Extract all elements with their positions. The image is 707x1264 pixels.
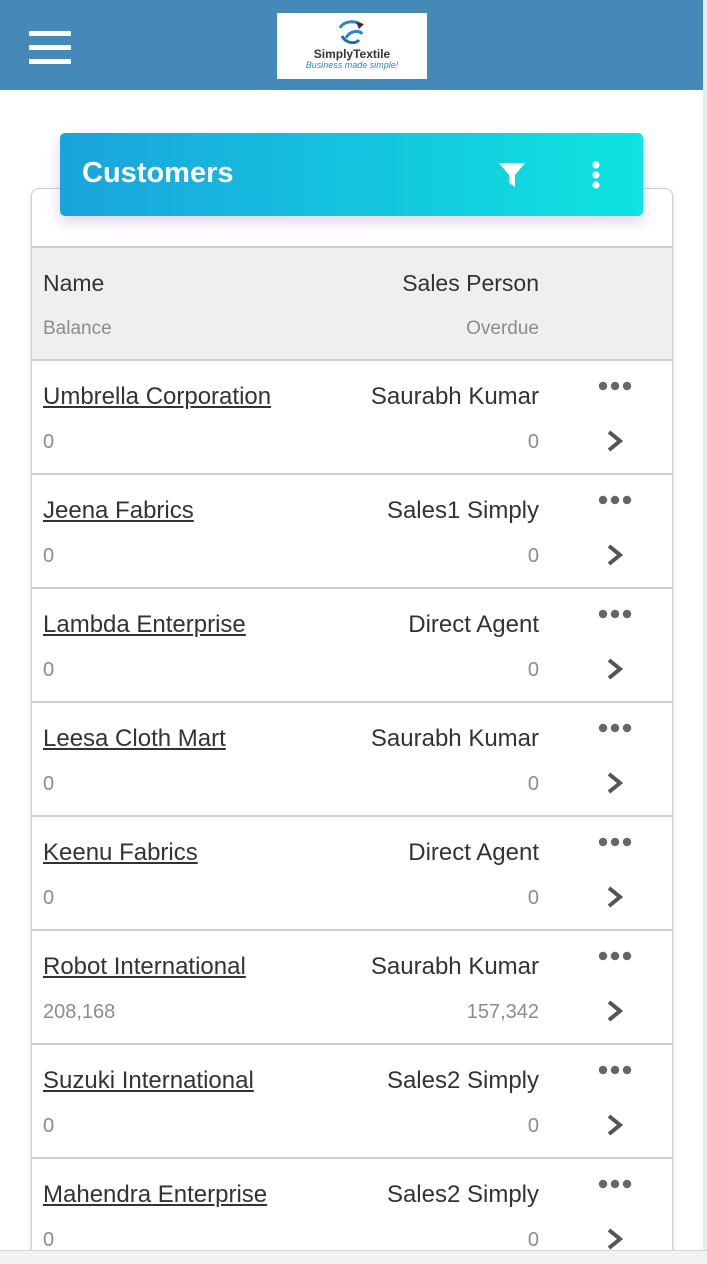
page-title: Customers	[82, 157, 234, 189]
balance-value: 208,168	[43, 1001, 116, 1023]
chevron-right-icon[interactable]	[604, 999, 626, 1023]
table-header: Name Sales Person Balance Overdue	[32, 246, 672, 361]
top-app-bar: SimplyTextile Business made simple!	[0, 0, 703, 90]
more-horizontal-icon[interactable]	[597, 1063, 633, 1077]
logo-tagline: Business made simple!	[305, 60, 399, 70]
sales-person: Direct Agent	[408, 839, 539, 866]
customer-name-link[interactable]: Suzuki International	[43, 1067, 254, 1095]
customer-name-link[interactable]: Leesa Cloth Mart	[43, 725, 226, 753]
balance-value: 0	[43, 1229, 55, 1251]
logo-swirl-icon	[338, 20, 364, 45]
table-row: Mahendra Enterprise Sales2 Simply 0 0	[32, 1159, 672, 1264]
more-horizontal-icon[interactable]	[597, 607, 633, 621]
customer-name-link[interactable]: Lambda Enterprise	[43, 611, 246, 639]
balance-value: 0	[43, 1115, 55, 1137]
overdue-value: 157,342	[466, 1001, 539, 1023]
overdue-value: 0	[527, 1115, 539, 1137]
more-horizontal-icon[interactable]	[597, 835, 633, 849]
overdue-value: 0	[527, 887, 539, 909]
chevron-right-icon[interactable]	[604, 771, 626, 795]
sales-person: Saurabh Kumar	[370, 383, 539, 410]
sales-person: Saurabh Kumar	[370, 725, 539, 752]
balance-value: 0	[43, 773, 55, 795]
table-row: Keenu Fabrics Direct Agent 0 0	[32, 817, 672, 931]
chevron-right-icon[interactable]	[604, 543, 626, 567]
sales-person: Sales2 Simply	[386, 1067, 539, 1094]
sales-person: Sales2 Simply	[386, 1181, 539, 1208]
overdue-value: 0	[527, 1229, 539, 1251]
customers-card: Name Sales Person Balance Overdue Umbrel…	[31, 188, 673, 1264]
sales-person: Sales1 Simply	[386, 497, 539, 524]
more-horizontal-icon[interactable]	[597, 949, 633, 963]
overdue-value: 0	[527, 773, 539, 795]
bottom-scroll-edge	[0, 1250, 707, 1264]
table-row: Suzuki International Sales2 Simply 0 0	[32, 1045, 672, 1159]
customer-name-link[interactable]: Mahendra Enterprise	[43, 1181, 267, 1209]
column-header-overdue[interactable]: Overdue	[466, 318, 539, 340]
hamburger-menu-icon[interactable]	[29, 31, 71, 69]
chevron-right-icon[interactable]	[604, 429, 626, 453]
sales-person: Saurabh Kumar	[370, 953, 539, 980]
balance-value: 0	[43, 431, 55, 453]
chevron-right-icon[interactable]	[604, 657, 626, 681]
logo-brand-text: SimplyTextile	[313, 47, 391, 61]
more-horizontal-icon[interactable]	[597, 721, 633, 735]
chevron-right-icon[interactable]	[604, 885, 626, 909]
customers-card-header: Customers	[60, 133, 643, 216]
balance-value: 0	[43, 659, 55, 681]
chevron-right-icon[interactable]	[604, 1113, 626, 1137]
column-header-name[interactable]: Name	[43, 270, 104, 297]
column-header-balance[interactable]: Balance	[43, 318, 112, 340]
more-horizontal-icon[interactable]	[597, 1177, 633, 1191]
customer-name-link[interactable]: Umbrella Corporation	[43, 383, 271, 411]
customer-name-link[interactable]: Keenu Fabrics	[43, 839, 198, 867]
table-row: Umbrella Corporation Saurabh Kumar 0 0	[32, 361, 672, 475]
balance-value: 0	[43, 887, 55, 909]
overdue-value: 0	[527, 545, 539, 567]
more-horizontal-icon[interactable]	[597, 379, 633, 393]
overdue-value: 0	[527, 659, 539, 681]
column-header-sales-person[interactable]: Sales Person	[402, 270, 539, 297]
table-row: Leesa Cloth Mart Saurabh Kumar 0 0	[32, 703, 672, 817]
customer-name-link[interactable]: Jeena Fabrics	[43, 497, 194, 525]
table-row: Jeena Fabrics Sales1 Simply 0 0	[32, 475, 672, 589]
balance-value: 0	[43, 545, 55, 567]
sales-person: Direct Agent	[408, 611, 539, 638]
more-horizontal-icon[interactable]	[597, 493, 633, 507]
table-row: Robot International Saurabh Kumar 208,16…	[32, 931, 672, 1045]
app-logo[interactable]: SimplyTextile Business made simple!	[277, 13, 427, 79]
customer-name-link[interactable]: Robot International	[43, 953, 246, 981]
chevron-right-icon[interactable]	[604, 1227, 626, 1251]
page-edge	[703, 0, 707, 1250]
filter-icon[interactable]	[496, 159, 528, 191]
more-vertical-icon[interactable]	[588, 159, 604, 191]
overdue-value: 0	[527, 431, 539, 453]
table-row: Lambda Enterprise Direct Agent 0 0	[32, 589, 672, 703]
